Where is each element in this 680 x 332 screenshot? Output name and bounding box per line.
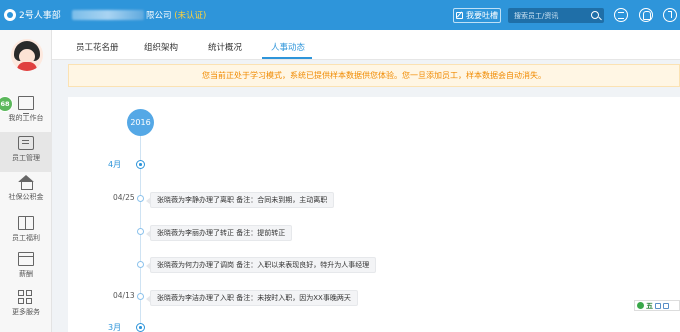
help-icon[interactable]	[663, 8, 677, 22]
year-marker: 2016	[127, 109, 154, 136]
sidebar-item-label: 更多服务	[12, 308, 40, 316]
ime-keyboard-icon	[663, 302, 669, 309]
date-label: 04/13	[113, 291, 135, 300]
tab-hr-updates[interactable]: 人事动态	[271, 41, 305, 53]
sidebar-item-label: 员工福利	[12, 234, 40, 242]
company-name-obscured	[72, 10, 144, 20]
timeline-event: 张晓薇为李静办理了离职 备注：合同未到期，主动离职	[145, 192, 335, 208]
tab-roster[interactable]: 员工花名册	[76, 41, 119, 53]
sidebar-item-label: 社保公积金	[8, 193, 44, 201]
sidebar-item-staff[interactable]: 员工管理	[0, 132, 52, 172]
timeline-dot	[137, 195, 144, 202]
top-bar: 2号人事部 限公司 (未认证) 我要吐槽	[0, 0, 680, 30]
notification-icon[interactable]	[639, 8, 653, 22]
tab-bar: 员工花名册 组织架构 统计概况 人事动态	[52, 30, 680, 60]
grid-icon	[18, 290, 34, 304]
edit-icon	[456, 12, 463, 19]
gift-icon	[18, 216, 34, 230]
ime-moon-icon	[655, 302, 661, 309]
unverified-status[interactable]: (未认证)	[174, 11, 206, 21]
sidebar-item-welfare[interactable]: 员工福利	[0, 212, 52, 252]
sidebar-item-label: 我的工作台	[8, 114, 44, 122]
timeline-dot	[137, 228, 144, 235]
feedback-label: 我要吐槽	[466, 11, 498, 20]
sidebar-item-label: 员工管理	[12, 154, 40, 162]
month-label: 3月	[108, 323, 122, 332]
feedback-button[interactable]: 我要吐槽	[453, 8, 501, 23]
sidebar-item-salary[interactable]: 薪酬	[0, 248, 52, 288]
ime-toolbar[interactable]: 五	[634, 300, 680, 311]
sidebar-item-label: 薪酬	[19, 270, 33, 278]
sidebar: 68 我的工作台 员工管理 社保公积金 员工福利 薪酬 更多服务	[0, 30, 52, 332]
date-label: 04/25	[113, 193, 135, 202]
sidebar-item-workbench[interactable]: 我的工作台	[0, 92, 52, 132]
search-input[interactable]	[508, 8, 586, 23]
desktop-icon	[18, 96, 34, 114]
calendar-icon	[18, 252, 34, 266]
app-logo[interactable]: 2号人事部	[4, 8, 61, 21]
search-icon[interactable]	[591, 11, 599, 19]
timeline-event: 张晓薇为李洁办理了入职 备注：未按时入职，因为XX事晚两天	[146, 290, 358, 306]
tab-statistics[interactable]: 统计概况	[208, 41, 242, 53]
company-name: 限公司 (未认证)	[146, 9, 206, 21]
timeline-event: 张晓薇为何力办理了调岗 备注：入职以来表现良好，特升为人事经理	[145, 257, 377, 273]
ime-mode-glyph: 五	[646, 301, 653, 310]
logo-text: 2号人事部	[19, 11, 61, 21]
logo-icon	[4, 8, 16, 21]
message-icon[interactable]	[614, 8, 628, 22]
timeline-event: 张晓薇为李丽办理了转正 备注：提前转正	[145, 225, 293, 241]
avatar[interactable]	[11, 39, 43, 71]
learning-mode-notice: 您当前正处于学习模式，系统已提供样本数据供您体验。您一旦添加员工，样本数据会自动…	[68, 64, 680, 87]
company-suffix-text: 限公司	[146, 11, 172, 21]
timeline-dot	[137, 261, 144, 268]
timeline-dot	[137, 293, 144, 300]
staff-card-icon	[18, 136, 34, 150]
month-node	[136, 323, 145, 332]
ime-logo-icon	[637, 302, 644, 309]
month-label: 4月	[108, 160, 122, 169]
tab-org-structure[interactable]: 组织架构	[144, 41, 178, 53]
active-tab-indicator	[262, 57, 312, 59]
sidebar-item-more[interactable]: 更多服务	[0, 286, 52, 326]
house-icon	[18, 175, 34, 190]
month-node	[136, 160, 145, 169]
search-box	[508, 8, 604, 23]
sidebar-item-social-security[interactable]: 社保公积金	[0, 172, 52, 212]
